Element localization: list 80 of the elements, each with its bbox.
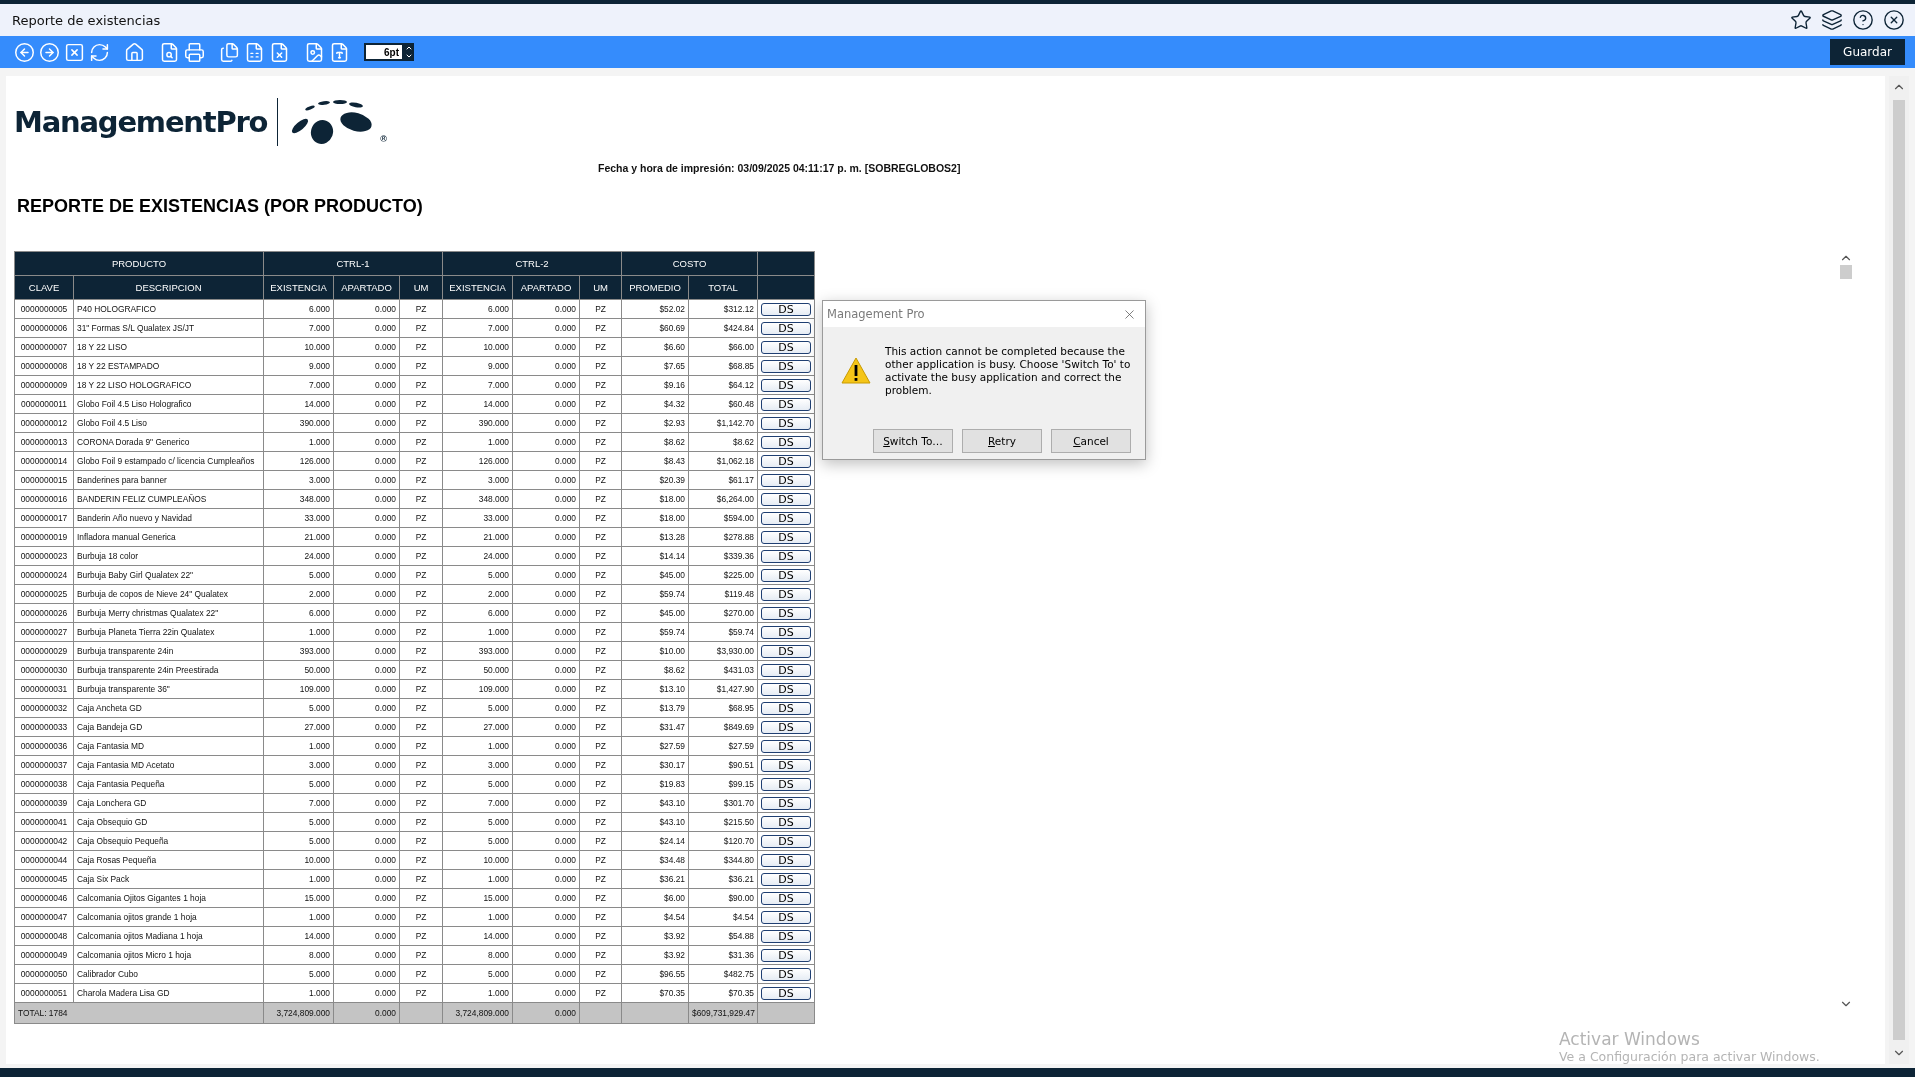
activation-title: Activar Windows xyxy=(1559,1029,1701,1049)
ds-button[interactable]: DS xyxy=(761,625,812,639)
page-scrollbar[interactable] xyxy=(1889,76,1909,1064)
document-x-icon[interactable] xyxy=(269,41,290,63)
ds-button[interactable]: DS xyxy=(761,758,812,772)
document-search-icon[interactable] xyxy=(159,41,180,63)
ds-button[interactable]: DS xyxy=(761,606,812,620)
column-group-header: CTRL-2 xyxy=(442,251,622,276)
ds-button[interactable]: DS xyxy=(761,701,812,715)
stop-icon[interactable] xyxy=(64,41,85,63)
registered-mark: ® xyxy=(380,134,387,144)
ds-button[interactable]: DS xyxy=(761,397,812,411)
column-header: CLAVE xyxy=(14,275,74,300)
ds-button[interactable]: DS xyxy=(761,967,812,981)
ds-button[interactable]: DS xyxy=(761,891,812,905)
ds-button[interactable]: DS xyxy=(761,416,812,430)
ds-button[interactable]: DS xyxy=(761,587,812,601)
close-icon[interactable] xyxy=(1883,9,1905,31)
ds-button[interactable]: DS xyxy=(761,511,812,525)
font-size-field[interactable]: 6pt xyxy=(364,43,404,61)
column-group-header: COSTO xyxy=(621,251,758,276)
ds-button[interactable]: DS xyxy=(761,986,812,1000)
ds-button[interactable]: DS xyxy=(761,853,812,867)
ds-button[interactable]: DS xyxy=(761,302,812,316)
ds-button[interactable]: DS xyxy=(761,834,812,848)
print-timestamp: Fecha y hora de impresión: 03/09/2025 04:11:17 p. m. [SOBREGLOBOS2] xyxy=(598,162,962,174)
ds-button[interactable]: DS xyxy=(761,796,812,810)
ds-button[interactable]: DS xyxy=(761,872,812,886)
refresh-icon[interactable] xyxy=(89,41,110,63)
printer-icon[interactable] xyxy=(184,41,205,63)
arrow-right-icon[interactable] xyxy=(39,41,60,63)
ds-button[interactable]: DS xyxy=(761,473,812,487)
ds-button[interactable]: DS xyxy=(761,929,812,943)
dialog-button[interactable]: Switch To… xyxy=(873,429,953,453)
arrow-left-icon[interactable] xyxy=(14,41,35,63)
spreadsheet-icon[interactable] xyxy=(244,41,265,63)
warning-icon xyxy=(841,357,871,384)
column-group-header: CTRL-1 xyxy=(263,251,443,276)
ds-button[interactable]: DS xyxy=(761,359,812,373)
window-title: Reporte de existencias xyxy=(12,12,162,28)
ds-button[interactable]: DS xyxy=(761,568,812,582)
scrollbar-thumb[interactable] xyxy=(1893,100,1905,1040)
documents-icon[interactable] xyxy=(219,41,240,63)
save-button[interactable]: Guardar xyxy=(1830,39,1905,65)
ds-button[interactable]: DS xyxy=(761,435,812,449)
spin-buttons[interactable] xyxy=(404,43,414,61)
total-label: TOTAL: 1784 xyxy=(14,1002,264,1024)
ds-button[interactable]: DS xyxy=(761,530,812,544)
ds-button[interactable]: DS xyxy=(761,549,812,563)
layers-icon[interactable] xyxy=(1821,9,1843,31)
ds-button[interactable]: DS xyxy=(761,378,812,392)
home-icon[interactable] xyxy=(124,41,145,63)
ds-button[interactable]: DS xyxy=(761,682,812,696)
activation-subtitle: Ve a Configuración para activar Windows. xyxy=(1559,1049,1820,1064)
column-header: DESCRIPCION xyxy=(73,275,264,300)
ds-button[interactable]: DS xyxy=(761,777,812,791)
ds-button[interactable]: DS xyxy=(761,815,812,829)
ds-button[interactable]: DS xyxy=(761,340,812,354)
dialog-message: This action cannot be completed because the other application is busy. Choose 'Switch To' to activate the busy application and correct the problem. xyxy=(885,345,1131,398)
dialog-title: Management Pro xyxy=(827,307,926,321)
document-image-icon[interactable] xyxy=(304,41,325,63)
column-group-header: PRODUCTO xyxy=(14,251,264,276)
star-icon[interactable] xyxy=(1790,9,1812,31)
logo-text: ManagementPro xyxy=(14,105,268,139)
ds-button[interactable]: DS xyxy=(761,663,812,677)
ds-button[interactable]: DS xyxy=(761,492,812,506)
document-text-icon[interactable] xyxy=(329,41,350,63)
ds-button[interactable]: DS xyxy=(761,910,812,924)
ds-button[interactable]: DS xyxy=(761,948,812,962)
ds-button[interactable]: DS xyxy=(761,644,812,658)
ds-button[interactable]: DS xyxy=(761,454,812,468)
ds-button[interactable]: DS xyxy=(761,321,812,335)
report-heading: REPORTE DE EXISTENCIAS (POR PRODUCTO) xyxy=(17,196,424,217)
ds-button[interactable]: DS xyxy=(761,720,812,734)
scrollbar-thumb[interactable] xyxy=(1840,265,1852,279)
logo-divider xyxy=(277,98,279,146)
dialog-button[interactable]: Cancel xyxy=(1051,429,1131,453)
help-icon[interactable] xyxy=(1852,9,1874,31)
dialog-button[interactable]: Retry xyxy=(962,429,1042,453)
ds-button[interactable]: DS xyxy=(761,739,812,753)
